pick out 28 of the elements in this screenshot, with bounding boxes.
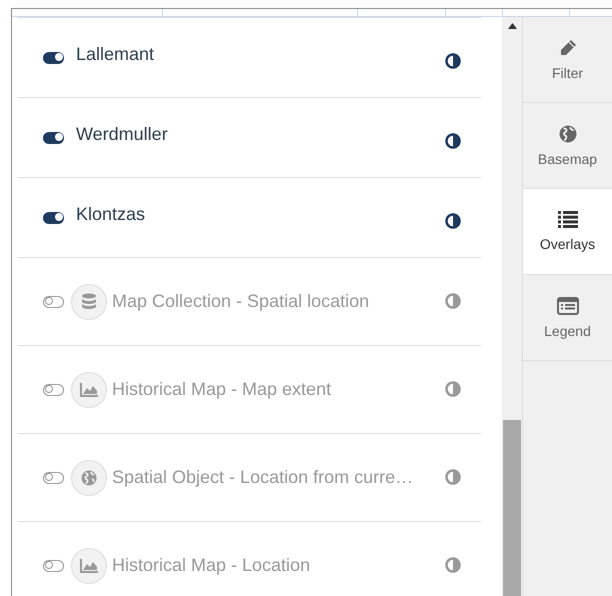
layer-toggle[interactable] <box>43 384 64 396</box>
opacity-icon[interactable] <box>445 52 461 68</box>
scroll-up-arrow-icon[interactable] <box>508 23 516 29</box>
layer-name: Klontzas <box>76 204 146 225</box>
layer-name: Spatial Object - Location from curre… <box>112 467 414 488</box>
sidebar-tab[interactable]: Overlays <box>523 189 612 275</box>
layer-toggle[interactable] <box>43 132 64 144</box>
layer-name: Map Collection - Spatial location <box>112 291 370 312</box>
layer-toggle[interactable] <box>43 52 64 64</box>
layer-name: Historical Map - Map extent <box>112 379 332 400</box>
globe-icon <box>558 124 576 142</box>
legend-icon <box>556 296 578 314</box>
database-icon <box>81 292 97 310</box>
layer-toggle[interactable] <box>43 296 64 308</box>
layer-name: Lallemant <box>76 44 156 65</box>
layer-name: Historical Map - Location <box>112 555 312 576</box>
layer-toggle[interactable] <box>43 472 64 484</box>
layer-name: Werdmuller <box>76 124 169 145</box>
layer-toggle[interactable] <box>43 212 64 224</box>
pencil-icon <box>558 38 576 56</box>
scrollbar-thumb[interactable] <box>503 420 521 596</box>
list-icon <box>558 211 578 228</box>
area-chart-icon <box>79 558 99 574</box>
opacity-icon[interactable] <box>445 132 461 148</box>
opacity-icon[interactable] <box>445 212 461 228</box>
globe-icon <box>81 470 97 486</box>
layer-toggle[interactable] <box>43 560 64 572</box>
area-chart-icon <box>79 382 99 398</box>
